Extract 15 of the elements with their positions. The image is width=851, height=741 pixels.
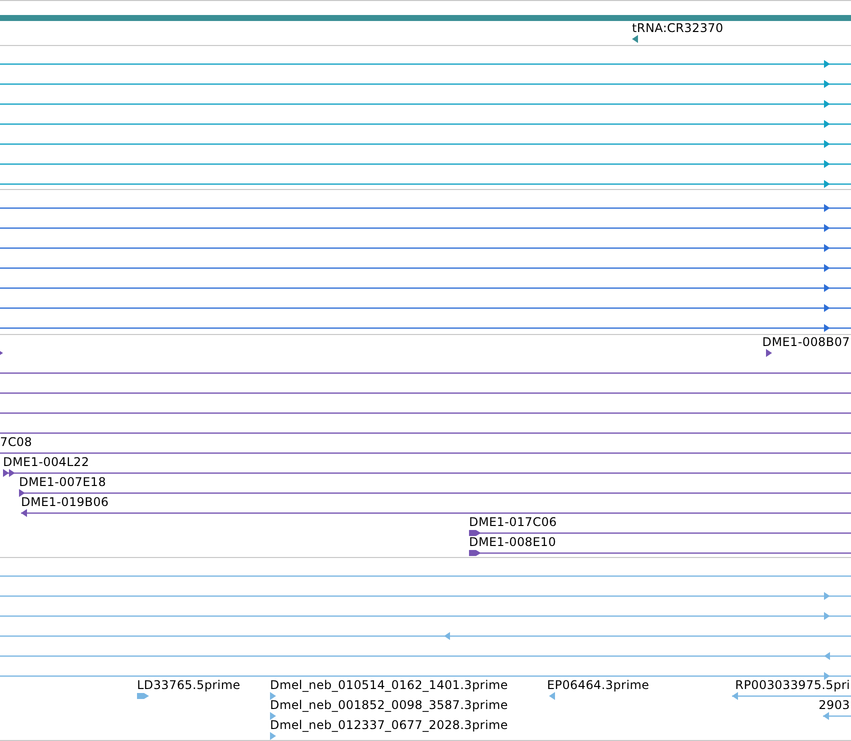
feature-label: Dmel_neb_001852_0098_3587.3prime bbox=[270, 698, 508, 712]
feature-label: DME1-004L22 bbox=[3, 455, 90, 469]
feature-label: 7C08 bbox=[0, 435, 32, 449]
feature-label: LD33765.5prime bbox=[137, 678, 240, 692]
feature-label: EP06464.3prime bbox=[547, 678, 650, 692]
feature-label: RP003033975.5pri bbox=[735, 678, 850, 692]
feature-label: Dmel_neb_010514_0162_1401.3prime bbox=[270, 678, 508, 692]
feature-label: DME1-017C06 bbox=[469, 515, 557, 529]
feature-label: Dmel_neb_012337_0677_2028.3prime bbox=[270, 718, 508, 732]
feature-label: tRNA:CR32370 bbox=[632, 21, 724, 35]
feature-label: DME1-008E10 bbox=[469, 535, 556, 549]
feature-label: DME1-019B06 bbox=[21, 495, 109, 509]
feature-label: DME1-008B07 bbox=[762, 335, 850, 349]
feature-label: 2903 bbox=[818, 698, 850, 712]
feature-label: DME1-007E18 bbox=[19, 475, 106, 489]
